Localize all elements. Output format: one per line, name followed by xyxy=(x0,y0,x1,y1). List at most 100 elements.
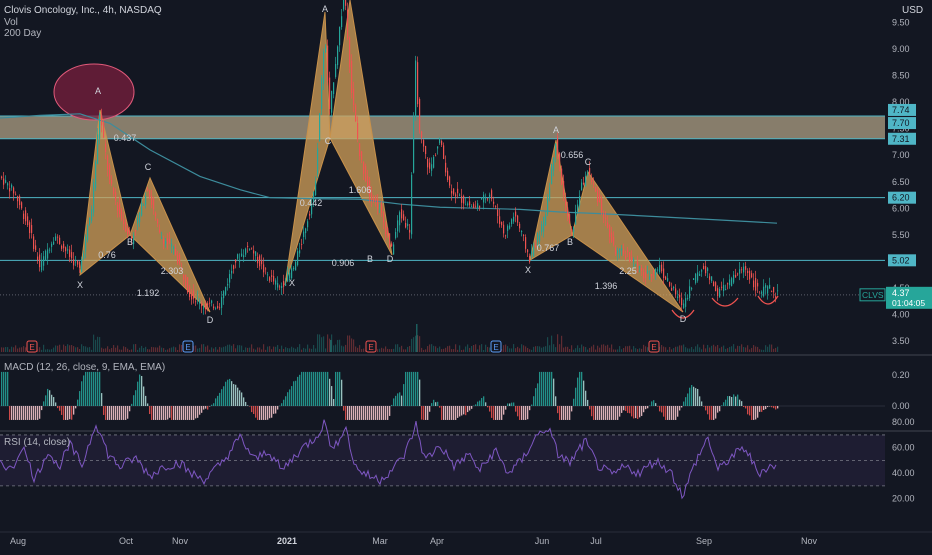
macd-histogram-bar xyxy=(417,371,419,406)
candle-body xyxy=(723,285,725,292)
pattern-point-label: D xyxy=(680,314,687,324)
volume-bar xyxy=(243,349,245,352)
candle-body xyxy=(333,82,335,94)
candle-body xyxy=(209,302,211,304)
volume-bar xyxy=(503,345,505,352)
volume-bar xyxy=(281,345,283,352)
volume-bar xyxy=(665,347,667,352)
candle-body xyxy=(681,297,683,306)
macd-histogram-bar xyxy=(385,406,387,420)
earnings-marker-label: E xyxy=(29,343,34,352)
macd-histogram-bar xyxy=(671,406,673,420)
macd-histogram-bar xyxy=(453,406,455,420)
candle-body xyxy=(427,158,429,168)
macd-histogram-bar xyxy=(149,406,151,415)
macd-histogram-bar xyxy=(223,386,225,406)
macd-histogram-bar xyxy=(157,406,159,420)
candle-body xyxy=(471,206,473,208)
price-tick-label: 9.00 xyxy=(892,44,910,54)
price-tick-label: 3.50 xyxy=(892,336,910,346)
volume-bar xyxy=(247,347,249,352)
macd-histogram-bar xyxy=(541,371,543,406)
candle-body xyxy=(655,269,657,276)
macd-histogram-bar xyxy=(41,406,43,411)
candle-body xyxy=(251,247,253,249)
candle-body xyxy=(663,268,665,278)
candle-body xyxy=(197,297,199,299)
volume-bar xyxy=(279,348,281,352)
volume-bar xyxy=(389,349,391,352)
macd-histogram-bar xyxy=(91,371,93,406)
macd-histogram-bar xyxy=(557,406,559,414)
time-tick-label: Oct xyxy=(119,536,134,546)
volume-bar xyxy=(45,349,47,352)
volume-bar xyxy=(701,349,703,352)
candle-body xyxy=(539,235,541,242)
candle-body xyxy=(587,173,589,175)
chart-stage[interactable]: X A C B D X A C B D X A C B D 0.437 0.76 2.303 1.192 0.442 1… xyxy=(0,0,932,550)
macd-histogram-bar xyxy=(289,389,291,406)
pattern-point-label: B xyxy=(567,237,573,247)
macd-histogram-bar xyxy=(549,371,551,406)
chart-svg[interactable]: X A C B D X A C B D X A C B D 0.437 0.76 2.303 1.192 0.442 1… xyxy=(0,0,932,550)
volume-bar xyxy=(609,347,611,352)
volume-bar xyxy=(437,348,439,352)
volume-bar xyxy=(751,347,753,352)
candle-body xyxy=(295,261,297,271)
volume-bar xyxy=(361,349,363,352)
volume-bar xyxy=(391,349,393,352)
macd-histogram-bar xyxy=(399,392,401,406)
macd-histogram-bar xyxy=(441,406,443,420)
macd-histogram-bar xyxy=(437,401,439,406)
macd-histogram-bar xyxy=(323,371,325,406)
volume-bar xyxy=(39,347,41,352)
macd-histogram-bar xyxy=(285,396,287,406)
candle-body xyxy=(553,157,555,171)
volume-bar xyxy=(107,346,109,352)
macd-histogram-bar xyxy=(139,374,141,406)
pattern-point-label: C xyxy=(145,162,152,172)
macd-histogram-bar xyxy=(629,406,631,414)
macd-histogram-bar xyxy=(83,375,85,406)
candle-body xyxy=(657,269,659,271)
candle-body xyxy=(745,266,747,270)
candle-body xyxy=(357,123,359,139)
macd-histogram-bar xyxy=(707,406,709,415)
volume-bar xyxy=(453,349,455,352)
macd-histogram-bar xyxy=(533,396,535,406)
macd-histogram-bar xyxy=(375,406,377,420)
candle-body xyxy=(735,274,737,278)
volume-bar xyxy=(667,349,669,352)
volume-bar xyxy=(611,344,613,352)
macd-histogram-bar xyxy=(421,406,423,420)
macd-histogram-bar xyxy=(55,402,57,406)
candle-body xyxy=(375,196,377,201)
volume-bar xyxy=(57,345,59,352)
macd-histogram-bar xyxy=(637,406,639,420)
macd-histogram-bar xyxy=(61,406,63,415)
candle-body xyxy=(545,214,547,225)
price-tick-label: 6.00 xyxy=(892,203,910,213)
candle-body xyxy=(777,290,779,292)
volume-bar xyxy=(131,349,133,352)
volume-bar xyxy=(63,344,65,352)
volume-bar xyxy=(67,344,69,352)
candle-body xyxy=(61,245,63,249)
volume-bar xyxy=(217,349,219,352)
candle-body xyxy=(729,279,731,286)
volume-bar xyxy=(777,346,779,352)
volume-bar xyxy=(99,337,101,352)
candle-body xyxy=(365,165,367,181)
macd-histogram-bar xyxy=(263,406,265,420)
candle-body xyxy=(661,264,663,272)
volume-bar xyxy=(561,335,563,352)
candle-body xyxy=(245,248,247,255)
volume-bar xyxy=(7,347,9,352)
macd-histogram-bar xyxy=(483,396,485,406)
volume-bar xyxy=(59,344,61,352)
volume-bar xyxy=(201,344,203,352)
volume-bar xyxy=(221,347,223,352)
macd-histogram-bar xyxy=(501,406,503,420)
candle-body xyxy=(307,221,309,228)
volume-bar xyxy=(233,344,235,352)
